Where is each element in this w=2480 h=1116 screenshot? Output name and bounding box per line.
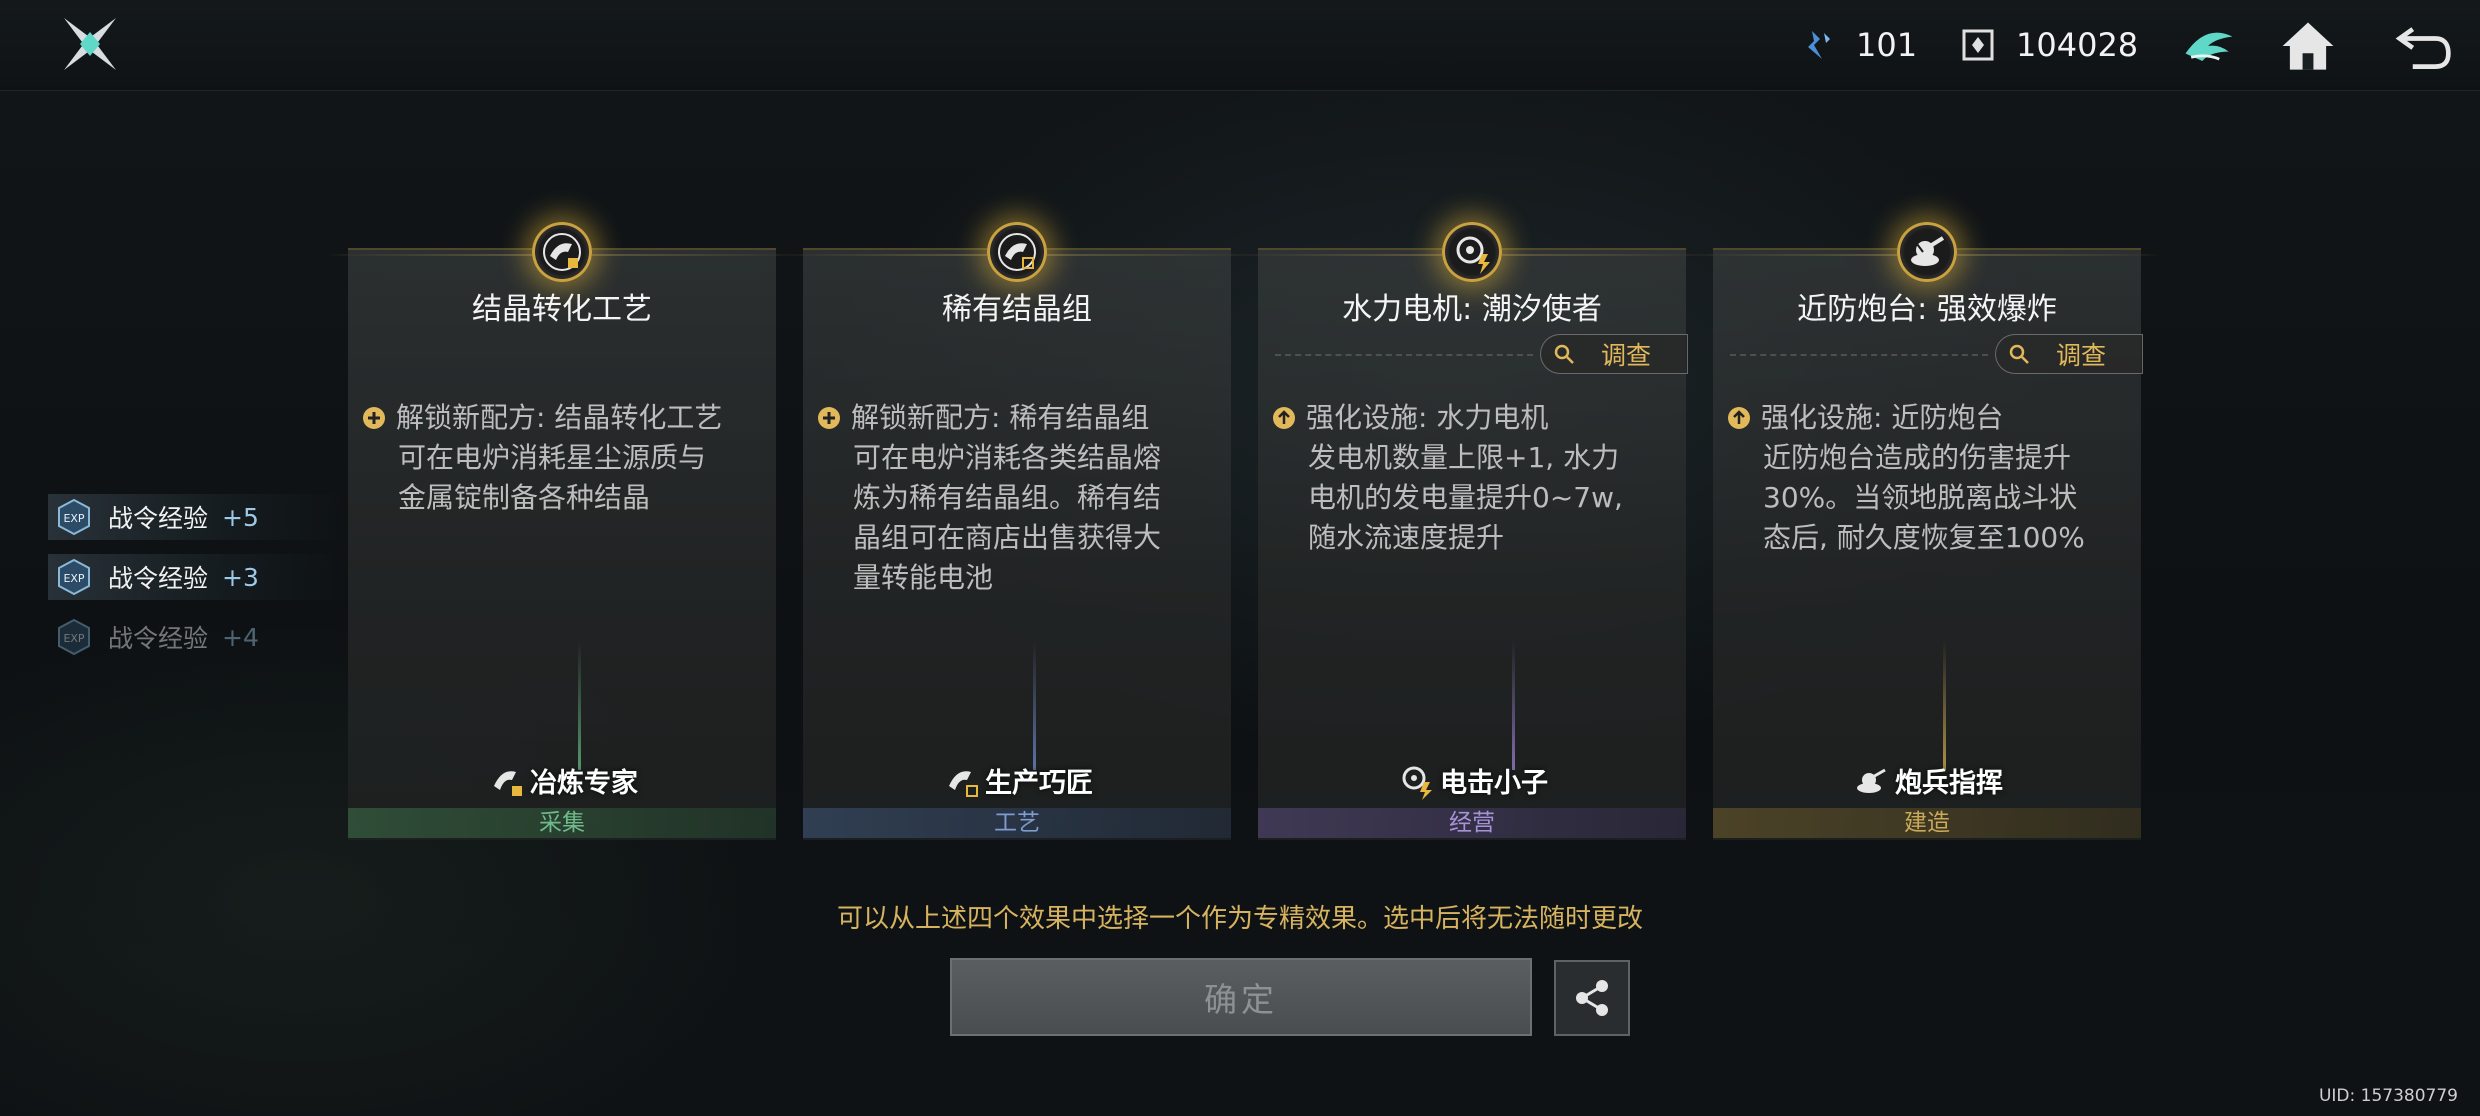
card-title: 近防炮台: 强效爆炸: [1797, 292, 2057, 327]
survey-button[interactable]: 调查: [1995, 334, 2143, 374]
svg-text:EXP: EXP: [63, 632, 84, 645]
survey-button[interactable]: 调查: [1540, 334, 1688, 374]
card-description: 解锁新配方: 稀有结晶组 可在电炉消耗各类结晶熔炼为稀有结晶组。稀有结晶组可在商…: [817, 398, 1187, 598]
specialist-label: 电击小子: [1258, 760, 1686, 800]
survey-label: 调查: [2056, 341, 2107, 370]
arrow-up-circle-icon: [1728, 407, 1750, 429]
exp-badge-icon: EXP: [58, 618, 90, 656]
exp-label: 战令经验: [108, 624, 209, 653]
category-tag: 采集: [348, 808, 776, 838]
specialist-name: 电击小子: [1440, 767, 1548, 799]
card-title: 稀有结晶组: [942, 292, 1092, 327]
user-id: UID: 157380779: [2318, 1086, 2458, 1106]
confirm-button[interactable]: 确定: [950, 958, 1532, 1036]
home-icon: [2282, 22, 2334, 70]
category-tag: 工艺: [803, 808, 1231, 838]
specialist-name: 生产巧匠: [985, 767, 1093, 799]
light-beam: [578, 640, 581, 770]
specialist-label: 炮兵指挥: [1713, 760, 2141, 800]
search-icon: [1554, 344, 1574, 364]
wing-emblem-icon: [2185, 32, 2233, 61]
smelter-specialist-icon: [494, 771, 522, 796]
light-beam: [1512, 640, 1515, 770]
exp-reward-item: EXP 战令经验 +5: [48, 494, 348, 540]
crystal-tool-icon: [998, 233, 1036, 271]
plus-circle-icon: [363, 407, 385, 429]
specialist-name: 炮兵指挥: [1895, 767, 2003, 799]
description-body: 发电机数量上限+1, 水力电机的发电量提升0~7w, 随水流速度提升: [1308, 441, 1623, 554]
svg-text:EXP: EXP: [63, 512, 84, 525]
card-medal: [1897, 222, 1957, 282]
exp-badge-icon: EXP: [58, 558, 90, 596]
share-button[interactable]: [1554, 960, 1630, 1036]
exp-reward-item: EXP 战令经验 +3: [48, 554, 348, 600]
turret-icon: [1911, 236, 1945, 266]
card-description: 解锁新配方: 结晶转化工艺 可在电炉消耗星尘源质与金属锭制备各种结晶: [362, 398, 732, 518]
description-head: 强化设施: 水力电机: [1306, 401, 1549, 434]
description-body: 近防炮台造成的伤害提升30%。当领地脱离战斗状态后, 耐久度恢复至100%: [1763, 441, 2085, 554]
back-button[interactable]: [2392, 14, 2456, 78]
svg-text:EXP: EXP: [63, 572, 84, 585]
artillery-specialist-icon: [1857, 768, 1886, 793]
title-divider: [1730, 354, 1988, 356]
top-bar: 101 104028: [0, 0, 2480, 91]
card-medal: [987, 222, 1047, 282]
shard-icon: [1808, 31, 1830, 59]
card-title: 结晶转化工艺: [472, 292, 652, 327]
search-icon: [2009, 344, 2029, 364]
plus-circle-icon: [818, 407, 840, 429]
light-beam: [1033, 640, 1036, 770]
craftsman-specialist-icon: [949, 771, 978, 797]
electric-specialist-icon: [1402, 766, 1432, 800]
card-description: 强化设施: 水力电机 发电机数量上限+1, 水力电机的发电量提升0~7w, 随水…: [1272, 398, 1642, 558]
share-icon: [1576, 980, 1608, 1016]
specialist-label: 冶炼专家: [348, 760, 776, 800]
exp-badge-icon: EXP: [58, 498, 90, 536]
card-title: 水力电机: 潮汐使者: [1342, 292, 1602, 327]
description-body: 可在电炉消耗各类结晶熔炼为稀有结晶组。稀有结晶组可在商店出售获得大量转能电池: [853, 441, 1162, 594]
title-divider: [1275, 354, 1533, 356]
specialization-card-1[interactable]: [348, 248, 776, 840]
exp-value: +4: [222, 622, 259, 652]
specialist-name: 冶炼专家: [530, 767, 638, 799]
exp-label: 战令经验: [108, 564, 209, 593]
description-head: 强化设施: 近防炮台: [1761, 401, 2004, 434]
arrow-up-circle-icon: [1273, 407, 1295, 429]
cube-icon: [1962, 29, 1994, 61]
description-head: 解锁新配方: 稀有结晶组: [851, 401, 1150, 434]
cube-count: 104028: [2016, 26, 2139, 64]
category-tag: 经营: [1258, 808, 1686, 838]
back-arrow-icon: [2395, 27, 2451, 69]
resource-cube[interactable]: 104028: [1958, 22, 2138, 68]
emblem-button[interactable]: [2176, 14, 2240, 78]
home-button[interactable]: [2276, 14, 2340, 78]
selection-hint: 可以从上述四个效果中选择一个作为专精效果。选中后将无法随时更改: [836, 904, 1643, 934]
shard-count: 101: [1856, 26, 1918, 64]
card-medal: [1442, 222, 1502, 282]
survey-label: 调查: [1601, 341, 1652, 370]
card-description: 强化设施: 近防炮台 近防炮台造成的伤害提升30%。当领地脱离战斗状态后, 耐久…: [1727, 398, 2097, 558]
light-beam: [1943, 640, 1946, 770]
category-tag: 建造: [1713, 808, 2141, 838]
exp-value: +3: [222, 562, 259, 592]
description-body: 可在电炉消耗星尘源质与金属锭制备各种结晶: [398, 441, 707, 514]
card-medal: [532, 222, 592, 282]
game-logo-icon: [60, 14, 120, 74]
exp-reward-item: EXP 战令经验 +4: [48, 614, 348, 660]
specialist-label: 生产巧匠: [803, 760, 1231, 800]
exp-label: 战令经验: [108, 504, 209, 533]
smelter-icon: [543, 233, 581, 271]
resource-shard[interactable]: 101: [1798, 22, 1917, 68]
generator-icon: [1456, 236, 1490, 274]
exp-value: +5: [222, 502, 259, 532]
description-head: 解锁新配方: 结晶转化工艺: [396, 401, 723, 434]
